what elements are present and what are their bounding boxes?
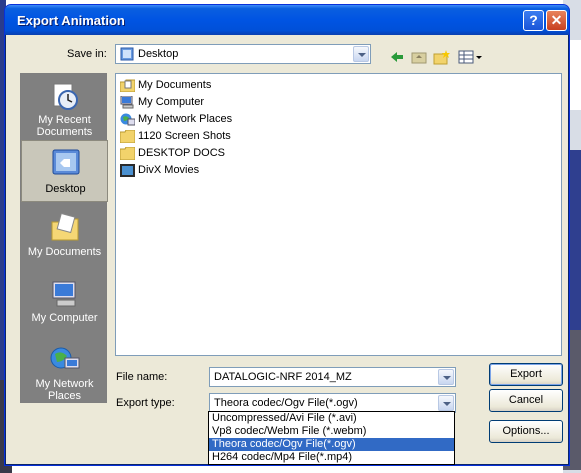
help-button[interactable]: ? bbox=[523, 10, 544, 31]
title-bar[interactable]: Export Animation ? ✕ bbox=[5, 5, 569, 35]
chevron-down-icon[interactable] bbox=[438, 369, 454, 385]
save-in-label: Save in: bbox=[67, 48, 107, 60]
file-name-label: File name: bbox=[116, 371, 168, 383]
my-computer-icon bbox=[120, 96, 134, 109]
file-list[interactable]: My Documents My Computer My Network Plac… bbox=[115, 73, 562, 356]
place-my-computer[interactable]: My Computer bbox=[21, 272, 108, 334]
place-desktop[interactable]: Desktop bbox=[21, 140, 108, 202]
export-animation-dialog: Export Animation ? ✕ Save in: Desktop My… bbox=[4, 4, 570, 466]
folder-icon bbox=[120, 147, 135, 160]
export-type-option-ogv[interactable]: Theora codec/Ogv File(*.ogv) bbox=[209, 438, 454, 451]
back-arrow-icon[interactable] bbox=[389, 49, 405, 65]
window-title: Export Animation bbox=[17, 13, 125, 28]
divx-icon bbox=[120, 164, 135, 177]
export-type-option-webm[interactable]: Vp8 codec/Webm File (*.webm) bbox=[209, 425, 454, 438]
folder-icon bbox=[120, 130, 135, 143]
place-my-network-places[interactable]: My Network Places bbox=[21, 338, 108, 402]
recent-documents-icon bbox=[53, 83, 78, 110]
places-bar: My Recent Documents Desktop My Documents bbox=[20, 73, 108, 403]
view-menu-icon[interactable] bbox=[458, 49, 484, 65]
place-my-documents[interactable]: My Documents bbox=[21, 206, 108, 268]
my-documents-icon bbox=[51, 212, 79, 241]
up-folder-icon[interactable] bbox=[411, 49, 427, 65]
export-type-dropdown: Uncompressed/Avi File (*.avi) Vp8 codec/… bbox=[208, 411, 455, 465]
export-button[interactable]: Export bbox=[489, 363, 563, 386]
desktop-icon bbox=[52, 149, 80, 175]
file-name-field[interactable]: DATALOGIC-NRF 2014_MZ bbox=[209, 367, 456, 387]
export-type-label: Export type: bbox=[116, 397, 175, 409]
network-places-icon bbox=[120, 113, 135, 126]
my-computer-icon bbox=[52, 281, 76, 307]
desktop-icon bbox=[120, 47, 134, 61]
export-type-option-mp4[interactable]: H264 codec/Mp4 File(*.mp4) bbox=[209, 451, 454, 464]
place-my-recent-documents[interactable]: My Recent Documents bbox=[21, 74, 108, 138]
cancel-button[interactable]: Cancel bbox=[489, 389, 563, 412]
network-places-icon bbox=[50, 347, 80, 369]
options-button[interactable]: Options... bbox=[489, 420, 563, 443]
export-type-option-avi[interactable]: Uncompressed/Avi File (*.avi) bbox=[209, 412, 454, 425]
export-type-select[interactable]: Theora codec/Ogv File(*.ogv) bbox=[209, 393, 456, 413]
chevron-down-icon[interactable] bbox=[353, 46, 369, 62]
new-folder-icon[interactable] bbox=[433, 49, 451, 65]
chevron-down-icon[interactable] bbox=[438, 395, 454, 411]
my-documents-icon bbox=[120, 79, 135, 92]
save-in-combo[interactable]: Desktop bbox=[115, 44, 371, 64]
close-button[interactable]: ✕ bbox=[546, 10, 567, 31]
